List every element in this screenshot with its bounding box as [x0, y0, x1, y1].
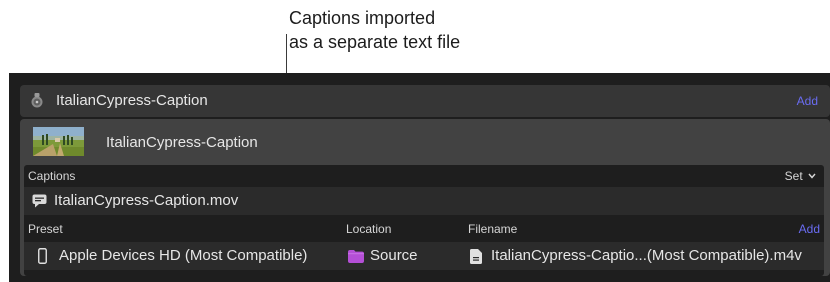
- add-output-button[interactable]: Add: [799, 222, 820, 236]
- add-job-button[interactable]: Add: [797, 94, 818, 108]
- file-details: Captions Set ItalianCypress-Caption.mov: [24, 165, 824, 276]
- batch-panel: ItalianCypress-Caption Add ItalianCypres…: [9, 73, 830, 282]
- callout-line-2: as a separate text file: [289, 32, 461, 52]
- cypress-landscape-thumbnail: [33, 127, 84, 156]
- source-file-title: ItalianCypress-Caption: [106, 134, 258, 151]
- caption-file-row[interactable]: ItalianCypress-Caption.mov: [24, 187, 824, 215]
- captions-section-label: Captions: [28, 169, 76, 183]
- callout-line-1: Captions imported: [289, 8, 436, 28]
- set-captions-button[interactable]: Set: [785, 169, 816, 183]
- folder-icon: [348, 250, 364, 263]
- preset-name: Apple Devices HD (Most Compatible): [59, 247, 308, 264]
- chevron-down-icon: [808, 173, 816, 179]
- callout-annotation: Captions imported as a separate text fil…: [289, 6, 549, 54]
- set-label: Set: [784, 169, 803, 183]
- location-name: Source: [370, 247, 418, 264]
- filename-column-header: Filename: [468, 222, 518, 236]
- location-column-header: Location: [346, 222, 392, 236]
- phone-icon: [38, 248, 47, 264]
- compressor-app-icon: [31, 93, 43, 108]
- caption-icon: [32, 194, 47, 208]
- page: Captions imported as a separate text fil…: [0, 0, 830, 282]
- source-file-block: ItalianCypress-Caption Captions Set Ital…: [20, 119, 830, 276]
- document-icon: [470, 249, 482, 264]
- job-title: ItalianCypress-Caption: [56, 92, 208, 109]
- preset-column-header: Preset: [28, 222, 63, 236]
- job-header[interactable]: ItalianCypress-Caption Add: [20, 85, 830, 117]
- caption-file-name: ItalianCypress-Caption.mov: [54, 192, 239, 209]
- output-row[interactable]: Apple Devices HD (Most Compatible) Sourc…: [24, 242, 824, 270]
- output-filename: ItalianCypress-Captio...(Most Compatible…: [491, 247, 802, 264]
